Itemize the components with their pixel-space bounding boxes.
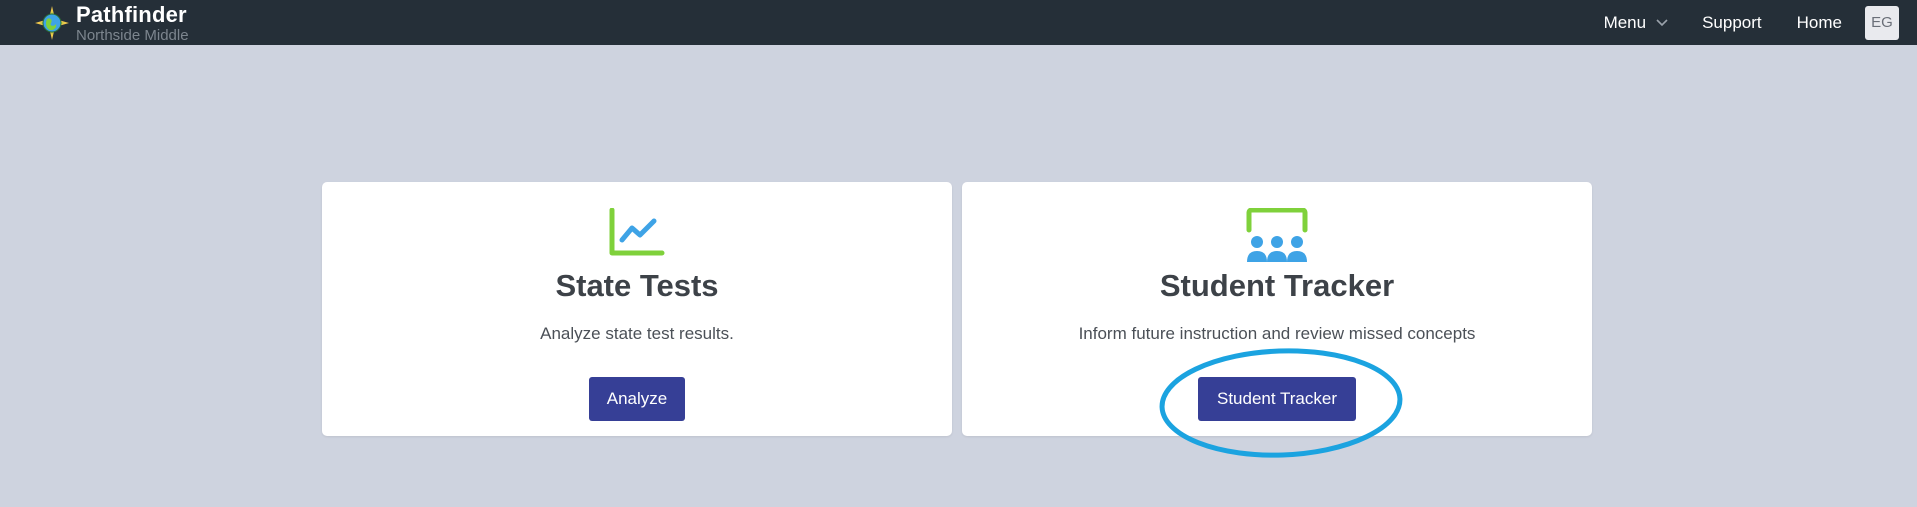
analyze-button[interactable]: Analyze [589,377,685,421]
support-link[interactable]: Support [1702,13,1762,33]
top-nav: Menu Support Home EG [1604,0,1917,45]
chevron-down-icon [1656,18,1668,26]
top-navbar: Pathfinder Northside Middle Menu Support… [0,0,1917,45]
card-description: Analyze state test results. [540,324,734,343]
user-avatar[interactable]: EG [1865,5,1899,40]
card-description: Inform future instruction and review mis… [1078,324,1476,343]
card-title: State Tests [555,268,719,303]
menu-dropdown[interactable]: Menu [1604,13,1669,33]
card-title: Student Tracker [1159,268,1395,303]
compass-globe-icon [35,6,69,40]
app-name: Pathfinder [76,1,187,27]
brand[interactable]: Pathfinder Northside Middle [34,2,189,44]
school-name: Northside Middle [76,26,189,44]
state-tests-card: State Tests Analyze state test results. … [322,182,952,436]
menu-label: Menu [1603,12,1647,32]
student-tracker-card: Student Tracker Inform future instructio… [962,182,1592,436]
home-link[interactable]: Home [1797,13,1842,33]
student-tracker-button[interactable]: Student Tracker [1198,377,1356,421]
line-chart-icon [609,208,665,256]
classroom-icon [1246,208,1308,262]
